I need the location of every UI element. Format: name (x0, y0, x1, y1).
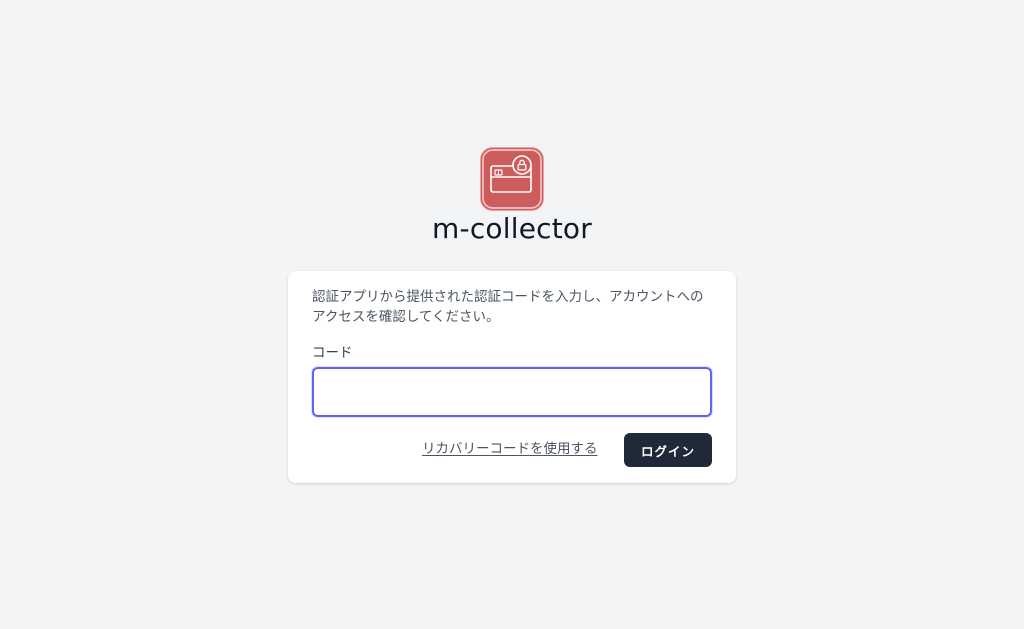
two-factor-page: m-collector 認証アプリから提供された認証コードを入力し、アカウントへ… (0, 0, 1024, 629)
card-lock-icon (480, 147, 544, 211)
login-button[interactable]: ログイン (624, 433, 712, 467)
code-input[interactable] (312, 367, 712, 417)
instructions-text: 認証アプリから提供された認証コードを入力し、アカウントへのアクセスを確認してくだ… (312, 289, 704, 325)
app-logo (480, 147, 544, 211)
app-title: m-collector (432, 212, 592, 245)
two-factor-card: 認証アプリから提供された認証コードを入力し、アカウントへのアクセスを確認してくだ… (288, 271, 736, 483)
use-recovery-code-link[interactable]: リカバリーコードを使用する (422, 439, 598, 459)
code-label: コード (312, 345, 353, 361)
